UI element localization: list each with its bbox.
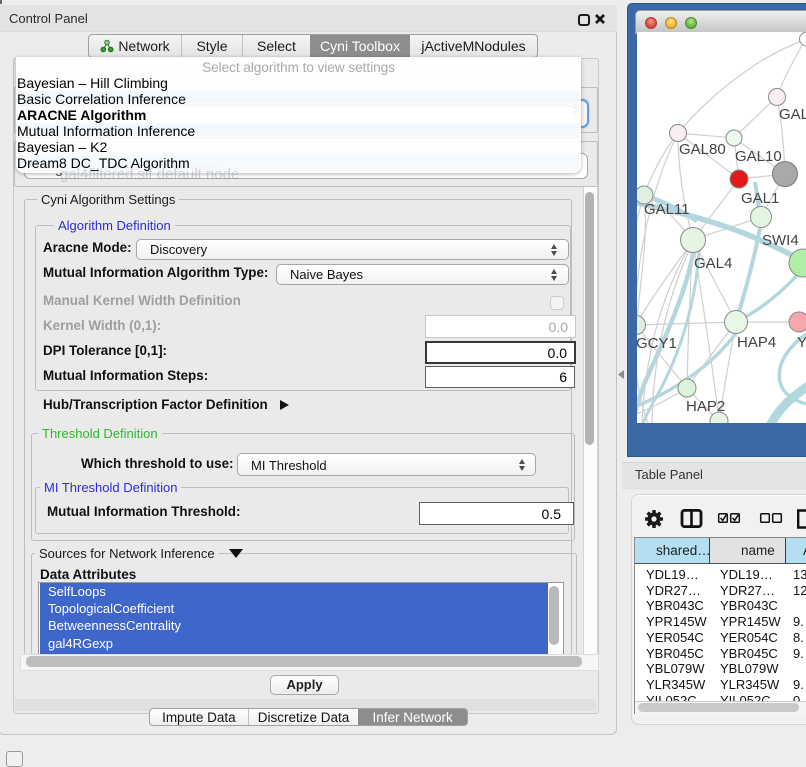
svg-text:GAL4: GAL4	[694, 255, 732, 272]
svg-text:GCY1: GCY1	[637, 335, 677, 352]
svg-text:SWI4: SWI4	[762, 232, 799, 249]
svg-text:GAL80: GAL80	[679, 141, 726, 158]
svg-text:YP: YP	[797, 334, 806, 351]
svg-text:HAP4: HAP4	[737, 334, 776, 351]
svg-text:GAL1: GAL1	[741, 190, 779, 207]
svg-text:HAP2: HAP2	[686, 398, 725, 415]
svg-text:GAL1: GAL1	[779, 106, 806, 123]
svg-text:GAL11: GAL11	[644, 201, 690, 218]
svg-text:GAL10: GAL10	[735, 148, 782, 165]
